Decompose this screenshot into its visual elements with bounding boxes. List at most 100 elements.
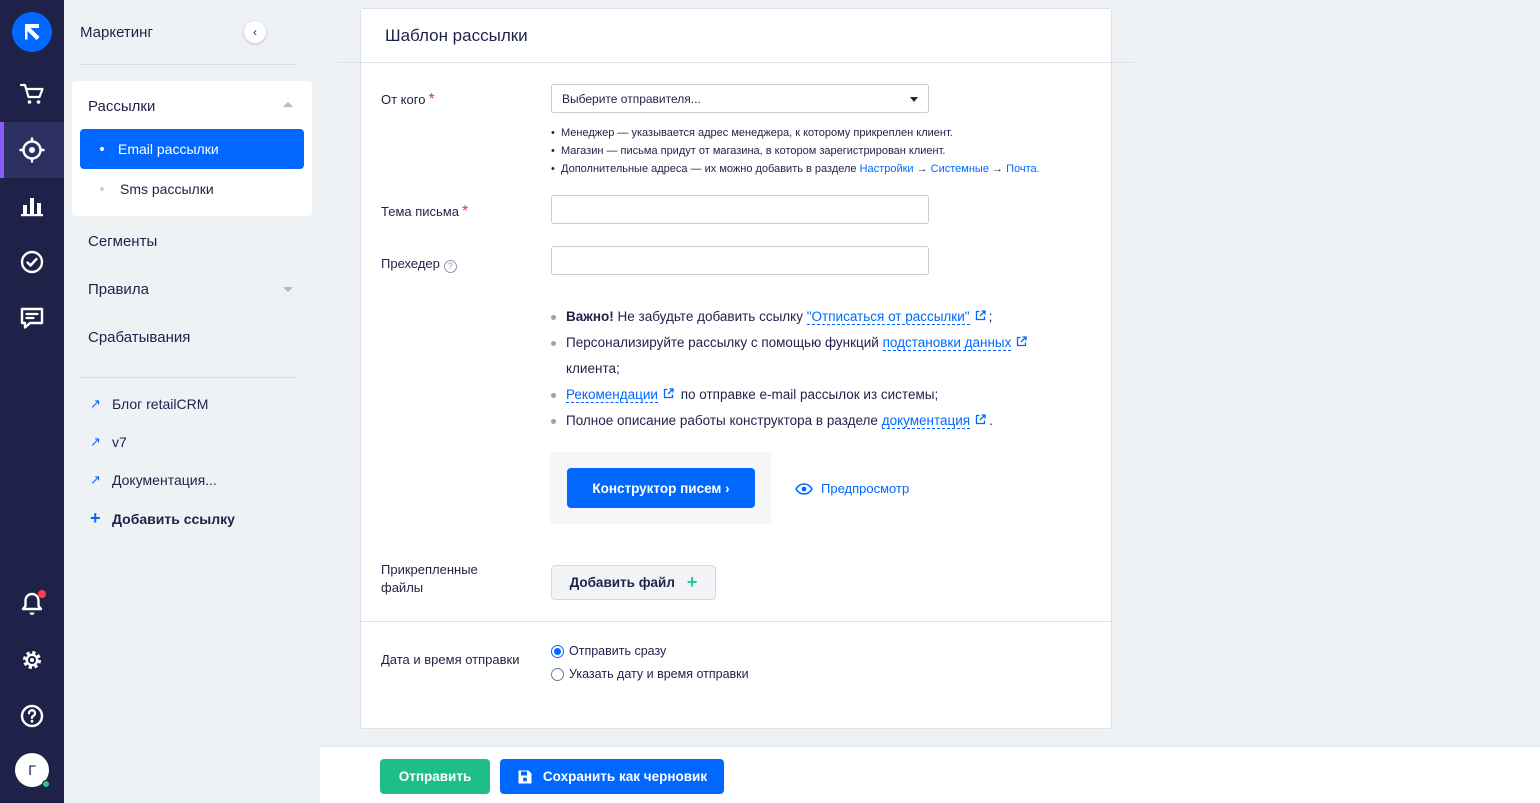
from-label-text: От кого <box>381 92 426 107</box>
sidebar-item-rules[interactable]: Правила <box>88 281 149 298</box>
preheader-label-text: Прехедер <box>381 256 440 271</box>
add-file-label: Добавить файл <box>569 575 675 590</box>
send-button[interactable]: Отправить <box>380 759 490 794</box>
tip-text: Персонализируйте рассылку с помощью функ… <box>566 335 879 350</box>
hint-item: • Менеджер — указывается адрес менеджера,… <box>551 124 1040 142</box>
preview-label: Предпросмотр <box>821 481 910 496</box>
preview-link[interactable]: Предпросмотр <box>795 481 909 496</box>
divider <box>80 377 296 378</box>
external-link-icon <box>663 388 674 399</box>
sidebar-title: Маркетинг <box>80 24 153 41</box>
required-asterisk: * <box>461 203 469 220</box>
divider <box>80 64 296 65</box>
hint-text: Дополнительные адреса — их можно добавит… <box>561 163 857 175</box>
tip-end: . <box>989 413 993 428</box>
radio-button[interactable] <box>551 644 564 658</box>
mailing-group: Рассылки Email рассылки Sms рассылки <box>72 81 312 216</box>
chat-icon[interactable] <box>0 290 64 346</box>
save-draft-button[interactable]: Сохранить как черновик <box>500 759 724 794</box>
tip-item: Персонализируйте рассылку с помощью функ… <box>551 330 1071 382</box>
important-text: Важно! <box>566 309 614 324</box>
sidebar-item-label: Sms рассылки <box>120 181 214 197</box>
link-blog[interactable]: ↗ Блог retailCRM <box>90 396 208 412</box>
mail-link[interactable]: Почта. <box>1006 163 1040 175</box>
cart-icon[interactable] <box>0 66 64 122</box>
save-draft-label: Сохранить как черновик <box>542 769 708 784</box>
subject-label: Тема письма * <box>381 203 468 221</box>
marketing-sidebar: Маркетинг Рассылки Email рассылки Sms ра… <box>64 0 320 803</box>
dropdown-arrow-icon <box>910 97 918 102</box>
divider <box>338 62 1135 63</box>
external-link-icon <box>975 310 986 321</box>
plus-icon: + <box>90 508 101 528</box>
plus-icon: + <box>686 572 698 592</box>
external-arrow-icon: ↗ <box>90 472 101 487</box>
recommendations-link[interactable]: Рекомендации <box>566 387 658 403</box>
check-circle-icon[interactable] <box>0 234 64 290</box>
link-label: v7 <box>112 434 127 450</box>
notification-dot <box>38 590 46 598</box>
sidebar-item-mailings[interactable]: Рассылки <box>88 98 155 115</box>
email-builder-button[interactable]: Конструктор писем › <box>567 468 755 508</box>
data-substitution-link[interactable]: подстановки данных <box>882 335 1012 351</box>
add-file-button[interactable]: Добавить файл + <box>551 565 716 600</box>
settings-link[interactable]: Настройки <box>860 163 914 175</box>
target-icon[interactable] <box>0 122 64 178</box>
external-link-icon <box>975 414 986 425</box>
radio-schedule-date[interactable]: Указать дату и время отправки <box>551 667 749 681</box>
chevron-down-icon[interactable] <box>283 287 293 292</box>
bullet-icon <box>100 187 104 191</box>
collapse-sidebar-button[interactable]: ‹ <box>244 21 266 43</box>
external-arrow-icon: ↗ <box>90 434 101 449</box>
preheader-input[interactable] <box>551 246 929 275</box>
tip-item: Важно! Не забудьте добавить ссылку "Отпи… <box>551 304 1071 330</box>
tip-end: клиента; <box>566 361 620 376</box>
link-v7[interactable]: ↗ v7 <box>90 434 127 450</box>
schedule-label: Дата и время отправки <box>381 652 520 667</box>
bell-icon[interactable] <box>0 576 64 632</box>
sidebar-item-sms-mailings[interactable]: Sms рассылки <box>100 181 214 197</box>
hint-item: • Дополнительные адреса — их можно добав… <box>551 163 1040 175</box>
documentation-link[interactable]: документация <box>881 413 971 429</box>
external-arrow-icon: ↗ <box>90 396 101 411</box>
sidebar-item-segments[interactable]: Сегменты <box>88 233 157 250</box>
sender-hints: • Менеджер — указывается адрес менеджера,… <box>551 124 1040 178</box>
radio-button[interactable] <box>551 667 564 681</box>
radio-label: Отправить сразу <box>569 644 667 658</box>
bullet-icon <box>100 147 104 151</box>
chart-icon[interactable] <box>0 178 64 234</box>
sidebar-item-triggers[interactable]: Срабатывания <box>88 329 190 346</box>
icon-rail: Г <box>0 0 64 803</box>
online-status-dot <box>42 780 50 788</box>
hint-text: Менеджер — указывается адрес менеджера, … <box>561 127 953 139</box>
logo-icon[interactable] <box>12 12 52 52</box>
save-icon <box>518 770 532 783</box>
help-icon[interactable] <box>0 688 64 744</box>
sender-select-value: Выберите отправителя... <box>562 91 701 106</box>
add-link-label: Добавить ссылку <box>112 510 235 527</box>
sidebar-item-label: Email рассылки <box>118 141 219 157</box>
link-docs[interactable]: ↗ Документация... <box>90 472 217 488</box>
chevron-left-icon: ‹ <box>253 25 257 39</box>
subject-input[interactable] <box>551 195 929 224</box>
hint-item: • Магазин — письма придут от магазина, в … <box>551 142 1040 160</box>
add-link-button[interactable]: + Добавить ссылку <box>90 508 235 529</box>
page-title: Шаблон рассылки <box>385 26 528 45</box>
system-link[interactable]: Системные <box>931 163 989 175</box>
divider <box>361 621 1111 622</box>
link-label: Документация... <box>112 472 217 488</box>
preheader-label: Прехедер? <box>381 255 457 273</box>
external-link-icon <box>1017 336 1028 347</box>
unsubscribe-link[interactable]: "Отписаться от рассылки" <box>806 309 970 325</box>
question-icon[interactable]: ? <box>443 259 457 273</box>
sidebar-item-email-mailings[interactable]: Email рассылки <box>80 129 304 169</box>
radio-label: Указать дату и время отправки <box>569 667 749 681</box>
gear-icon[interactable] <box>0 632 64 688</box>
radio-send-now[interactable]: Отправить сразу <box>551 644 666 658</box>
chevron-up-icon[interactable] <box>283 102 293 107</box>
attachments-label: Прикрепленные файлы <box>381 562 478 595</box>
tip-item: Рекомендации по отправке e-mail рассылок… <box>551 382 1071 408</box>
sender-select[interactable]: Выберите отправителя... <box>551 84 929 113</box>
arrow-separator: → <box>916 163 928 175</box>
hint-text: Магазин — письма придут от магазина, в к… <box>561 145 946 157</box>
